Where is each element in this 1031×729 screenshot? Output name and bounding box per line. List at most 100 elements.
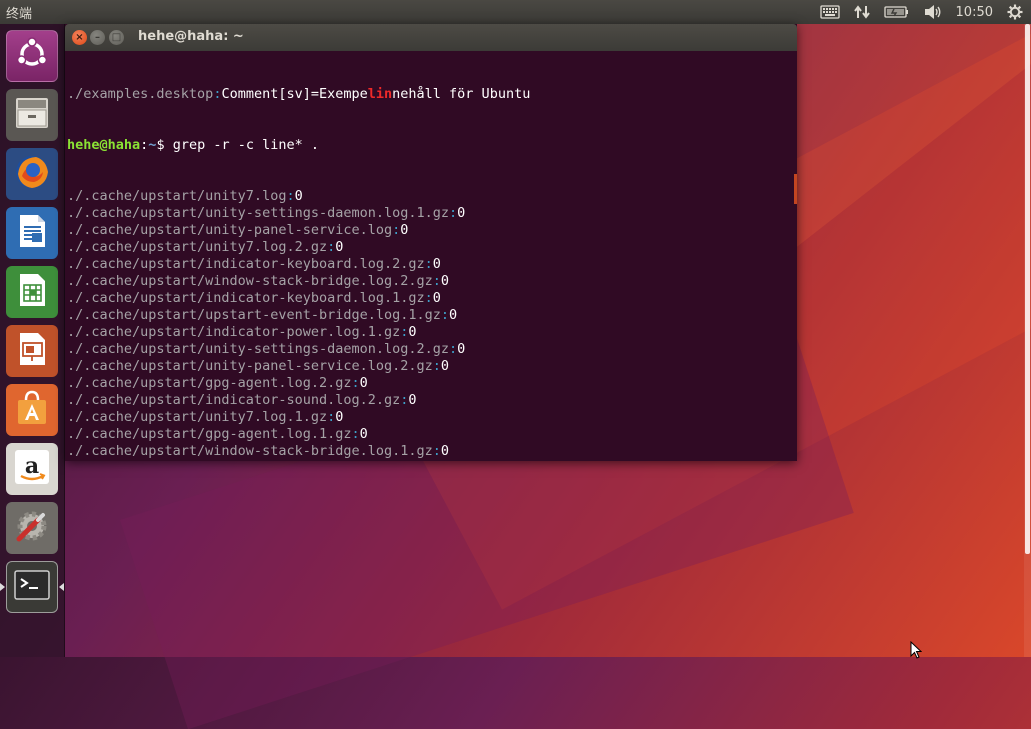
result-separator: :: [351, 460, 359, 461]
match-highlight: lin: [367, 86, 393, 102]
screen-scrollbar[interactable]: [1024, 24, 1031, 657]
result-path: ./.cache/upstart/gpg-agent.log.2.gz: [67, 375, 352, 391]
result-separator: :: [351, 375, 360, 391]
match-text-after: nehåll för Ubuntu: [392, 86, 531, 102]
prompt-command: grep -r -c line* .: [172, 137, 320, 153]
result-line: ./.cache/upstart/indicator-power.log.1.g…: [67, 324, 795, 341]
prompt-user: hehe@haha: [67, 137, 141, 153]
minimize-button[interactable]: –: [90, 30, 105, 45]
terminal-scroll-indicator[interactable]: [794, 174, 797, 204]
keyboard-icon[interactable]: [819, 5, 840, 19]
ubuntu-logo-icon: [14, 36, 50, 76]
top-panel: 终端 10:50: [0, 0, 1031, 24]
launcher-item-software[interactable]: [6, 384, 58, 436]
result-line: ./.cache/upstart/unity7.log:0: [67, 188, 795, 205]
gear-icon[interactable]: [1007, 4, 1023, 20]
launcher-item-settings[interactable]: [6, 502, 58, 554]
calc-icon: [12, 270, 52, 314]
result-path: ./.cache/upstart/window-stack-bridge.log…: [67, 443, 433, 459]
close-button[interactable]: ×: [72, 30, 87, 45]
minimize-icon: –: [95, 31, 100, 43]
result-path: ./.cache/upstart/unity7.log.1.gz: [67, 409, 328, 425]
result-separator: :: [286, 188, 295, 204]
impress-icon: [12, 329, 52, 373]
amazon-icon: a: [12, 447, 52, 491]
result-count: 0: [359, 375, 368, 391]
terminal-window[interactable]: × – □ hehe@haha: ~ ./examples.desktop: Co…: [65, 24, 797, 461]
result-line: ./.cache/upstart/upstart-event-bridge.lo…: [67, 307, 795, 324]
result-count: 0: [335, 239, 344, 255]
result-path: ./.cache/upstart/upstart-event-bridge.lo…: [67, 307, 441, 323]
result-path: ./examples.desktop: [67, 86, 214, 102]
result-count: 0: [360, 460, 368, 461]
result-separator: :: [327, 409, 336, 425]
battery-icon[interactable]: [883, 5, 910, 19]
result-count: 0: [335, 409, 344, 425]
file-cabinet-icon: [12, 93, 52, 137]
result-count: 0: [432, 256, 441, 272]
scrollbar-thumb[interactable]: [1025, 24, 1030, 554]
result-line: ./.cache/upstart/indicator-keyboard.log.…: [67, 290, 795, 307]
result-path: ./.cache/upstart/indicator-power.log.1.g…: [67, 324, 401, 340]
result-separator: :: [432, 358, 441, 374]
launcher-item-files[interactable]: [6, 89, 58, 141]
network-arrows-icon[interactable]: [853, 4, 870, 20]
match-text-before: Comment[sv]=Exempe: [221, 86, 368, 102]
result-count: 0: [440, 443, 450, 459]
result-count: 0: [408, 392, 417, 408]
result-line: ./.cache/upstart/gpg-agent.log.2.gz:0: [67, 375, 795, 392]
result-line: ./.cache/upstart/unity-panel-service.log…: [67, 222, 795, 239]
maximize-icon: □: [111, 31, 122, 43]
result-line: ./.cache/upstart/gpg-agent.log.1.gz:0: [67, 426, 795, 443]
writer-icon: [12, 211, 52, 255]
close-icon: ×: [75, 31, 84, 43]
result-line: ./.cache/upstart/indicator-keyboard.log.…: [67, 256, 795, 273]
result-separator: :: [351, 426, 360, 442]
result-path: ./.cache/upstart/unity7.log: [67, 188, 287, 204]
result-path: ./.cache/upstart/unity-settings-daemon.l…: [67, 341, 450, 357]
result-path: ./.cache/upstart/ssh-agent.log.1.gz: [67, 460, 351, 461]
result-separator: :: [449, 205, 458, 221]
indicator-area: 10:50: [819, 0, 1031, 24]
result-path: ./.cache/upstart/indicator-keyboard.log.…: [67, 290, 425, 306]
result-count: 0: [432, 290, 441, 306]
launcher-item-terminal[interactable]: [6, 561, 58, 613]
maximize-button[interactable]: □: [109, 30, 124, 45]
clock-label[interactable]: 10:50: [956, 5, 993, 20]
svg-text:a: a: [25, 453, 39, 479]
active-app-title: 终端: [6, 7, 33, 22]
window-title: hehe@haha: ~: [138, 29, 244, 44]
result-separator: :: [440, 307, 450, 323]
launcher-item-firefox[interactable]: [6, 148, 58, 200]
volume-icon[interactable]: [924, 4, 942, 20]
result-line: ./.cache/upstart/unity-settings-daemon.l…: [67, 341, 795, 358]
terminal-titlebar[interactable]: × – □ hehe@haha: ~: [65, 24, 797, 51]
result-separator: :: [424, 256, 433, 272]
grep-results: ./.cache/upstart/unity7.log:0 ./.cache/up…: [67, 188, 795, 461]
result-line: ./.cache/upstart/window-stack-bridge.log…: [67, 273, 795, 290]
result-path: ./.cache/upstart/indicator-sound.log.2.g…: [67, 392, 401, 408]
result-separator: :: [449, 341, 458, 357]
result-count: 0: [457, 205, 466, 221]
result-count: 0: [408, 324, 417, 340]
launcher-item-ubuntu-dash[interactable]: [6, 30, 58, 82]
result-line: ./.cache/upstart/unity7.log.1.gz:0: [67, 409, 795, 426]
launcher-item-writer[interactable]: [6, 207, 58, 259]
result-path: ./.cache/upstart/unity-panel-service.log…: [67, 358, 433, 374]
result-count: 0: [359, 426, 368, 442]
grep-match-line: ./examples.desktop:Comment[sv]=Exempelin…: [67, 86, 795, 103]
result-count: 0: [294, 188, 303, 204]
result-separator: :: [432, 443, 441, 459]
result-path: ./.cache/upstart/gpg-agent.log.1.gz: [67, 426, 352, 442]
result-line: ./.cache/upstart/unity-settings-daemon.l…: [67, 205, 795, 222]
result-line: ./.cache/upstart/unity-panel-service.log…: [67, 358, 795, 375]
result-path: ./.cache/upstart/unity-panel-service.log: [67, 222, 393, 238]
terminal-output[interactable]: ./examples.desktop: Comment[sv]=Exempelin…: [67, 52, 795, 461]
launcher-item-amazon[interactable]: a: [6, 443, 58, 495]
result-line: ./.cache/upstart/indicator-sound.log.2.g…: [67, 392, 795, 409]
result-line: ./.cache/upstart/ssh-agent.log.1.gz:0: [67, 460, 795, 461]
launcher-item-impress[interactable]: [6, 325, 58, 377]
result-count: 0: [440, 273, 450, 289]
launcher-item-calc[interactable]: [6, 266, 58, 318]
result-separator: :: [327, 239, 336, 255]
